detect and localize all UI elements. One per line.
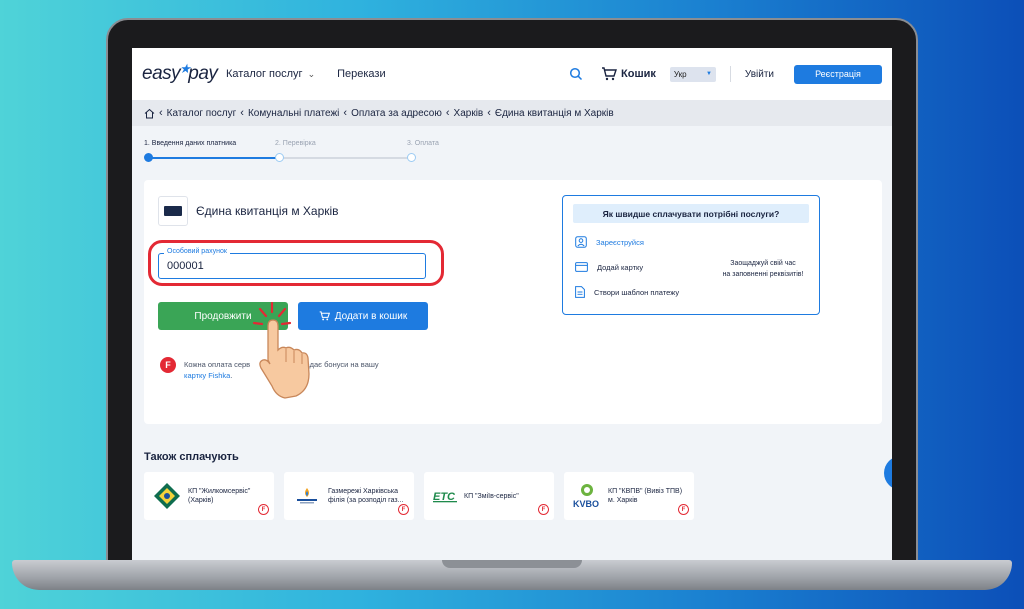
tips-side-note: Заощаджуй свій час на заповненні реквізи… bbox=[722, 260, 804, 278]
step-3-dot bbox=[407, 153, 416, 162]
chevron-left-icon: ‹ bbox=[240, 107, 244, 119]
breadcrumb-current: ‹ Єдина квитанція м Харків bbox=[487, 107, 614, 119]
laptop-notch bbox=[442, 560, 582, 568]
breadcrumb: ‹ Каталог послуг ‹ Комунальні платежі ‹ Опл… bbox=[132, 100, 892, 126]
pointing-hand-icon bbox=[252, 302, 310, 399]
home-icon[interactable] bbox=[144, 108, 155, 119]
language-select[interactable]: Укр ▼ bbox=[669, 66, 716, 82]
nav-catalog[interactable]: Каталог послуг ⌄ bbox=[226, 68, 315, 80]
also-pay-title: Також сплачують bbox=[144, 451, 239, 463]
step-line-active bbox=[149, 157, 277, 159]
fishka-icon: F bbox=[538, 504, 549, 515]
provider-name: Єдина квитанція м Харків bbox=[196, 204, 339, 218]
fishka-icon: F bbox=[160, 357, 176, 373]
login-link[interactable]: Увійти bbox=[745, 69, 774, 80]
step-indicator: 1. Введення даних платника 2. Перевірка … bbox=[144, 140, 444, 164]
chevron-left-icon: ‹ bbox=[445, 107, 450, 119]
chevron-left-icon: ‹ bbox=[487, 107, 491, 119]
fishka-icon: F bbox=[678, 504, 689, 515]
provider-tile[interactable]: KVBO КП "КВПВ" (Вивіз ТПВ) м. Харків F bbox=[564, 472, 694, 520]
header-right: Кошик Укр ▼ Увійти Реєстрація bbox=[569, 64, 882, 84]
tip-add-card: Додай картку bbox=[575, 262, 643, 272]
tips-panel: Як швидше сплачувати потрібні послуги? З… bbox=[562, 195, 820, 315]
tip-register[interactable]: Зареєструйся bbox=[575, 236, 644, 248]
tips-title: Як швидше сплачувати потрібні послуги? bbox=[573, 204, 809, 223]
chevron-left-icon: ‹ bbox=[343, 107, 348, 119]
caret-down-icon: ▼ bbox=[705, 71, 712, 77]
fishka-icon: F bbox=[258, 504, 269, 515]
site-header: easy ★ pay Каталог послуг ⌄ Перекази Кош… bbox=[132, 48, 892, 100]
account-input[interactable]: 000001 bbox=[158, 253, 426, 279]
account-field-label: Особовий рахунок bbox=[164, 248, 230, 255]
provider-header: Єдина квитанція м Харків bbox=[158, 196, 339, 226]
step-2-label: 2. Перевірка bbox=[275, 140, 316, 147]
provider-tile[interactable]: КП "Жилкомсервіс" (Харків) F bbox=[144, 472, 274, 520]
fishka-card-link[interactable]: картку Fishka bbox=[184, 371, 230, 380]
fishka-icon: F bbox=[398, 504, 409, 515]
cart-icon bbox=[602, 67, 618, 81]
easypay-logo[interactable]: easy ★ pay bbox=[142, 61, 226, 85]
user-icon bbox=[575, 236, 587, 248]
card-icon bbox=[575, 262, 588, 272]
provider-tile[interactable]: Газмережі Харківська філія (за розподіл … bbox=[284, 472, 414, 520]
provider-logo bbox=[292, 481, 322, 511]
provider-logo bbox=[158, 196, 188, 226]
step-1-dot bbox=[144, 153, 153, 162]
register-button[interactable]: Реєстрація bbox=[794, 64, 882, 84]
chevron-down-icon: ⌄ bbox=[307, 68, 316, 79]
breadcrumb-item[interactable]: ‹ Харків bbox=[446, 107, 483, 119]
provider-logo bbox=[152, 481, 182, 511]
nav-transfers[interactable]: Перекази bbox=[337, 68, 386, 80]
header-divider bbox=[729, 66, 731, 82]
svg-text:KVBO: KVBO bbox=[573, 499, 599, 509]
chat-button[interactable] bbox=[884, 456, 892, 490]
provider-tile[interactable]: ЕТС КП "Зміїв-сервіс" F bbox=[424, 472, 554, 520]
provider-logo: KVBO bbox=[572, 481, 602, 511]
also-pay-list: КП "Жилкомсервіс" (Харків) F Газмережі Х… bbox=[144, 472, 704, 520]
breadcrumb-item[interactable]: ‹ Оплата за адресою bbox=[343, 107, 441, 119]
breadcrumb-item[interactable]: ‹ Комунальні платежі bbox=[240, 107, 339, 119]
step-2-dot bbox=[275, 153, 284, 162]
provider-logo: ЕТС bbox=[432, 481, 458, 511]
step-1-label: 1. Введення даних платника bbox=[144, 140, 237, 147]
screen: easy ★ pay Каталог послуг ⌄ Перекази Кош… bbox=[132, 48, 892, 560]
chevron-left-icon: ‹ bbox=[159, 107, 163, 119]
tip-template: Створи шаблон платежу bbox=[575, 286, 679, 298]
search-icon[interactable] bbox=[569, 67, 583, 81]
breadcrumb-item[interactable]: ‹ Каталог послуг bbox=[159, 107, 236, 119]
step-3-label: 3. Оплата bbox=[407, 140, 439, 147]
cart-link[interactable]: Кошик bbox=[601, 67, 656, 81]
step-line bbox=[282, 157, 409, 159]
document-icon bbox=[575, 286, 585, 298]
